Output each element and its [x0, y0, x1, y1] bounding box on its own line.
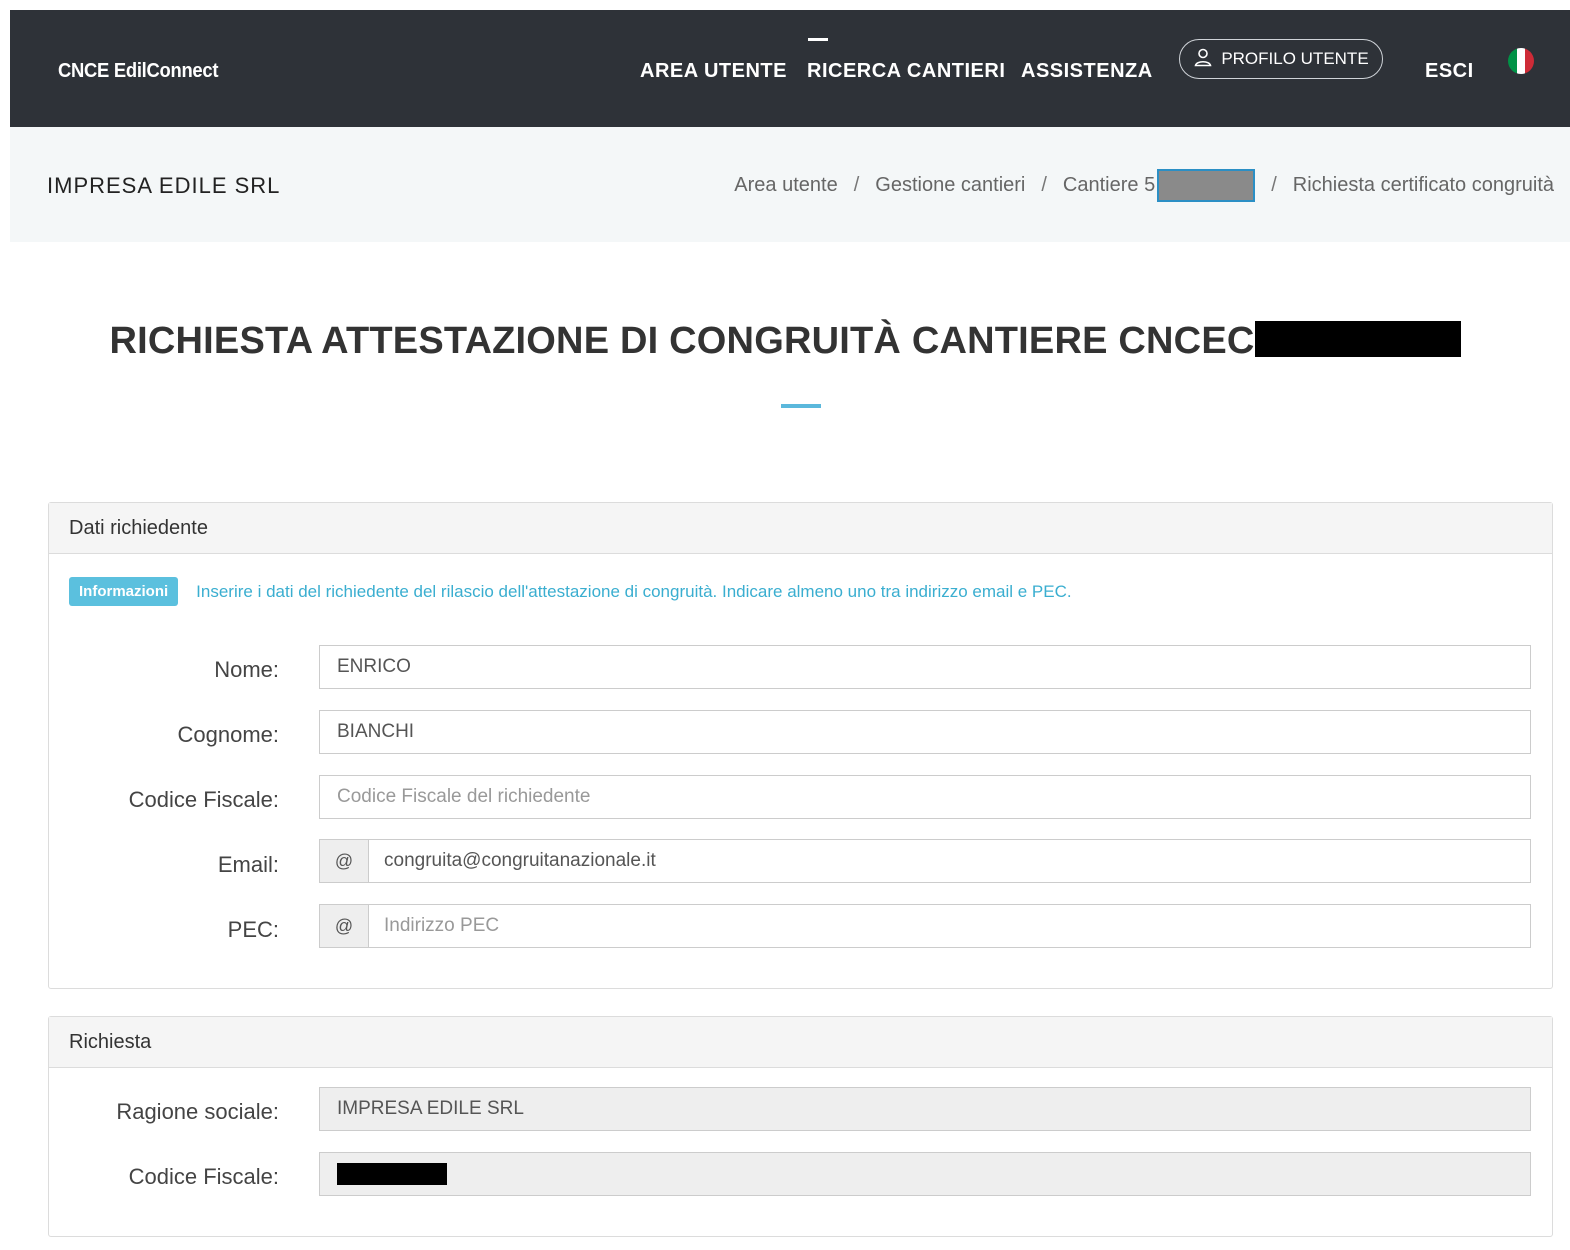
- panel-heading: Dati richiedente: [49, 503, 1552, 554]
- cognome-input[interactable]: BIANCHI: [319, 710, 1531, 754]
- panel-heading: Richiesta: [49, 1017, 1552, 1068]
- codice-fiscale-input[interactable]: Codice Fiscale del richiedente: [319, 775, 1531, 819]
- nav-area-utente[interactable]: AREA UTENTE: [640, 60, 787, 83]
- breadcrumb-cantiere[interactable]: Cantiere 5: [1063, 174, 1155, 197]
- ragione-sociale-input: IMPRESA EDILE SRL: [319, 1087, 1531, 1131]
- email-label: Email:: [217, 852, 279, 877]
- email-field: @ congruita@congruitanazionale.it: [319, 839, 1531, 883]
- breadcrumb-current: Richiesta certificato congruità: [1292, 174, 1554, 196]
- nav-ricerca-cantieri[interactable]: RICERCA CANTIERI: [807, 60, 1005, 83]
- user-icon: [1193, 47, 1213, 72]
- info-text: Inserire i dati del richiedente del rila…: [196, 581, 1072, 601]
- nome-input[interactable]: ENRICO: [319, 645, 1531, 689]
- page-title-text: RICHIESTA ATTESTAZIONE DI CONGRUITÀ CANT…: [109, 320, 1255, 362]
- nome-label: Nome:: [214, 657, 279, 682]
- breadcrumb-separator: /: [1041, 174, 1047, 196]
- page-title: RICHIESTA ATTESTAZIONE DI CONGRUITÀ CANT…: [0, 320, 1570, 363]
- nav-assistenza[interactable]: ASSISTENZA: [1021, 60, 1153, 83]
- codice-fiscale-label: Codice Fiscale:: [128, 787, 279, 812]
- breadcrumb-area-utente[interactable]: Area utente: [734, 174, 837, 197]
- breadcrumb-separator: /: [853, 174, 860, 196]
- profile-button[interactable]: PROFILO UTENTE: [1179, 39, 1383, 79]
- profile-button-label: PROFILO UTENTE: [1221, 49, 1369, 68]
- redacted-codice-fiscale: [337, 1163, 447, 1185]
- title-underline: [781, 404, 821, 408]
- breadcrumb-bar: IMPRESA EDILE SRL Area utente / Gestione…: [10, 127, 1570, 242]
- logout-link[interactable]: ESCI: [1425, 60, 1474, 83]
- email-input[interactable]: congruita@congruitanazionale.it: [369, 840, 1530, 882]
- pec-label: PEC:: [227, 917, 279, 942]
- breadcrumb: Area utente / Gestione cantieri / Cantie…: [734, 169, 1554, 202]
- at-icon: @: [320, 905, 369, 947]
- at-icon: @: [320, 840, 369, 882]
- breadcrumb-separator: /: [1271, 174, 1277, 196]
- info-alert: Informazioni Inserire i dati del richied…: [69, 577, 1072, 606]
- nav-active-indicator: [808, 38, 828, 41]
- top-navbar: CNCE EdilConnect AREA UTENTE RICERCA CAN…: [10, 10, 1570, 127]
- redacted-cantiere-id: [1157, 169, 1256, 202]
- company-name: IMPRESA EDILE SRL: [47, 173, 281, 198]
- italian-flag-icon[interactable]: [1508, 48, 1534, 74]
- ragione-sociale-label: Ragione sociale:: [116, 1099, 279, 1124]
- breadcrumb-gestione-cantieri[interactable]: Gestione cantieri: [875, 174, 1025, 197]
- panel-dati-richiedente: Dati richiedente Informazioni Inserire i…: [48, 502, 1553, 989]
- panel-richiesta: Richiesta Ragione sociale: IMPRESA EDILE…: [48, 1016, 1553, 1237]
- brand-logo[interactable]: CNCE EdilConnect: [58, 60, 218, 83]
- pec-field: @ Indirizzo PEC: [319, 904, 1531, 948]
- cognome-label: Cognome:: [177, 722, 279, 747]
- info-badge: Informazioni: [69, 577, 179, 606]
- codice-fiscale-impresa-label: Codice Fiscale:: [128, 1164, 279, 1189]
- pec-input[interactable]: Indirizzo PEC: [369, 905, 1530, 947]
- redacted-cantiere-code: [1254, 321, 1461, 357]
- codice-fiscale-impresa-input: [319, 1152, 1531, 1196]
